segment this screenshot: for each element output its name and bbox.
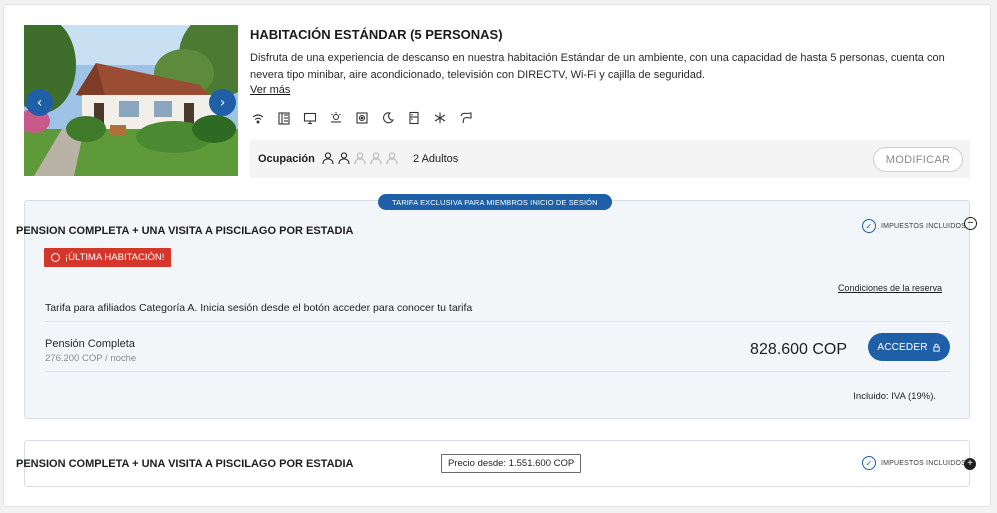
rate-title: PENSION COMPLETA + UNA VISITA A PISCILAG…: [16, 458, 354, 470]
price-per-night: 276.200 COP / noche: [45, 353, 137, 364]
room-title: HABITACIÓN ESTÁNDAR (5 PERSONAS): [250, 27, 503, 42]
minus-icon: −: [967, 217, 974, 229]
room-card: ‹ › HABITACIÓN ESTÁNDAR (5 PERSONAS) Dis…: [3, 4, 991, 507]
chevron-left-icon: ‹: [36, 94, 43, 111]
taxes-included: ✓ IMPUESTOS INCLUIDOS: [862, 219, 966, 233]
clock-icon: [51, 253, 60, 262]
rate-title: PENSION COMPLETA + UNA VISITA A PISCILAG…: [16, 225, 354, 237]
air-conditioning-icon: [432, 110, 447, 125]
wifi-icon: [250, 110, 265, 125]
collapse-button[interactable]: −: [964, 217, 977, 230]
room-photo[interactable]: ‹ ›: [24, 25, 238, 176]
room-description: Disfruta de una experiencia de descanso …: [250, 52, 945, 81]
guest-slot-icon[interactable]: [369, 151, 383, 170]
plan-name: Pensión Completa: [45, 338, 135, 350]
last-room-label: ¡ÚLTIMA HABITACIÓN!: [65, 252, 165, 263]
minibar-icon: [276, 110, 291, 125]
safe-icon: [354, 110, 369, 125]
tv-icon: [302, 110, 317, 125]
plus-icon: +: [967, 458, 973, 469]
chevron-right-icon: ›: [219, 94, 226, 111]
check-icon: ✓: [862, 456, 876, 470]
divider: [45, 321, 951, 322]
occupancy-label: Ocupación: [258, 153, 315, 165]
fridge-icon: [406, 110, 421, 125]
modify-button[interactable]: MODIFICAR: [873, 147, 963, 172]
taxes-included-label: IMPUESTOS INCLUIDOS: [881, 222, 966, 230]
adult-icon[interactable]: [321, 151, 335, 170]
expand-button[interactable]: +: [964, 458, 976, 470]
see-more-link[interactable]: Ver más: [250, 84, 290, 96]
night-icon: [380, 110, 395, 125]
taxes-included-label: IMPUESTOS INCLUIDOS: [881, 459, 966, 467]
weather-icon: [328, 110, 343, 125]
guest-slot-icon[interactable]: [385, 151, 399, 170]
rate-note: Tarifa para afiliados Categoría A. Inici…: [45, 302, 473, 314]
login-button-label: ACCEDER: [877, 341, 928, 353]
exclusive-rate-badge: TARIFA EXCLUSIVA PARA MIEMBROS INICIO DE…: [378, 194, 612, 210]
guest-icons: [321, 151, 399, 170]
divider: [45, 371, 951, 372]
total-price: 828.600 COP: [750, 341, 847, 358]
adult-icon[interactable]: [337, 151, 351, 170]
occupancy-bar: Ocupación 2 Adultos MODIFICAR: [250, 140, 970, 178]
carousel-next-button[interactable]: ›: [209, 89, 236, 116]
last-room-badge: ¡ÚLTIMA HABITACIÓN!: [44, 248, 172, 267]
occupancy-summary: 2 Adultos: [413, 153, 459, 165]
login-button[interactable]: ACCEDER: [868, 333, 950, 361]
taxes-included: ✓ IMPUESTOS INCLUIDOS: [862, 456, 966, 470]
carousel-prev-button[interactable]: ‹: [26, 89, 53, 116]
hair-dryer-icon: [458, 110, 473, 125]
guest-slot-icon[interactable]: [353, 151, 367, 170]
price-from-badge: Precio desde: 1.551.600 COP: [441, 454, 582, 473]
amenities-list: [250, 110, 473, 125]
included-taxes-note: Incluido: IVA (19%).: [853, 391, 936, 402]
booking-conditions-link[interactable]: Condiciones de la reserva: [838, 283, 942, 293]
lock-icon: [932, 343, 940, 352]
check-icon: ✓: [862, 219, 876, 233]
